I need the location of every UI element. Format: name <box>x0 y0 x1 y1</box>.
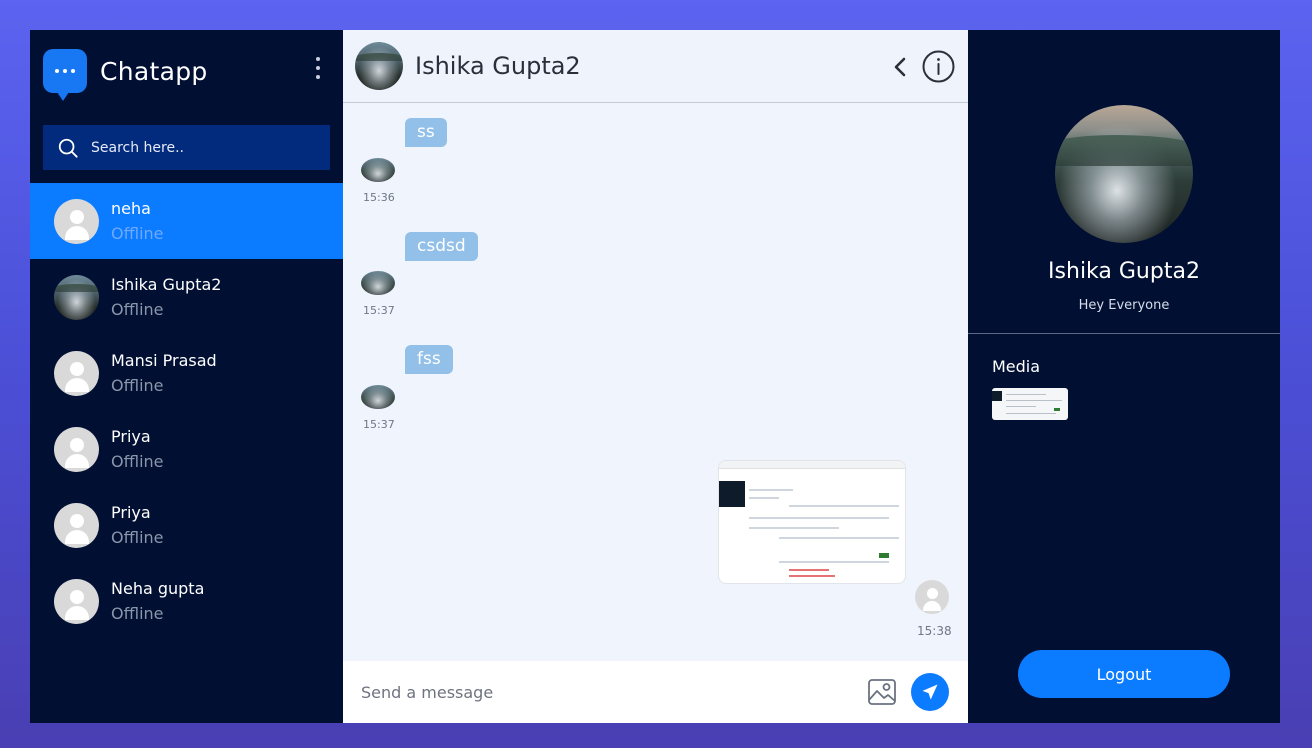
message-bubble: csdsd <box>405 232 478 261</box>
contact-name: Neha gupta <box>111 578 205 598</box>
image-message[interactable] <box>718 460 906 584</box>
default-avatar-icon <box>54 426 99 472</box>
brand: Chatapp <box>43 49 208 101</box>
contact-status: Offline <box>111 603 164 623</box>
message-bubble: fss <box>405 345 453 374</box>
message-time: 15:37 <box>363 418 395 431</box>
message-list: ss 15:36 csdsd 15:37 fss 15:37 15:38 <box>343 104 968 661</box>
contact-status: Offline <box>111 299 164 319</box>
profile-panel: Ishika Gupta2 Hey Everyone Media Logout <box>968 30 1280 723</box>
image-icon[interactable] <box>867 677 897 707</box>
contact-item[interactable]: Mansi Prasad Offline <box>30 335 343 411</box>
sender-avatar <box>361 271 395 295</box>
profile-bio: Hey Everyone <box>1078 298 1170 313</box>
chat-app: Chatapp neha Offline Ishika Gupta2 <box>30 30 1280 723</box>
contact-status: Offline <box>111 527 164 547</box>
logout-button[interactable]: Logout <box>1018 650 1230 698</box>
contact-item[interactable]: neha Offline <box>30 183 343 259</box>
divider <box>968 333 1280 334</box>
send-button[interactable] <box>911 673 949 711</box>
contact-name: neha <box>111 198 151 218</box>
send-icon <box>922 684 938 700</box>
default-avatar-icon <box>915 580 949 614</box>
chat-header: Ishika Gupta2 <box>343 30 968 103</box>
media-title: Media <box>992 357 1041 376</box>
contact-item[interactable]: Ishika Gupta2 Offline <box>30 259 343 335</box>
search-bar <box>43 125 330 170</box>
contact-status: Offline <box>111 223 164 243</box>
message-time: 15:37 <box>363 304 395 317</box>
default-avatar-icon <box>54 502 99 548</box>
more-options-icon[interactable] <box>314 57 322 79</box>
message-composer <box>343 661 968 723</box>
default-avatar-icon <box>54 350 99 396</box>
contact-avatar <box>54 274 99 320</box>
media-thumbnail[interactable] <box>992 388 1068 420</box>
contact-item[interactable]: Priya Offline <box>30 411 343 487</box>
contact-item[interactable]: Neha gupta Offline <box>30 563 343 639</box>
app-name: Chatapp <box>100 56 208 86</box>
contact-status: Offline <box>111 451 164 471</box>
contact-item[interactable]: Priya Offline <box>30 487 343 563</box>
message-input[interactable] <box>361 682 841 702</box>
contact-name: Priya <box>111 426 151 446</box>
search-icon <box>58 138 78 158</box>
message-time: 15:38 <box>917 624 952 638</box>
search-input[interactable] <box>91 139 321 156</box>
chat-logo-icon <box>43 49 87 101</box>
contact-name: Ishika Gupta2 <box>111 274 222 294</box>
contact-status: Offline <box>111 375 164 395</box>
chat-panel: Ishika Gupta2 ss 15:36 csdsd 15:37 fss 1… <box>343 30 968 723</box>
contact-list: neha Offline Ishika Gupta2 Offline Mansi… <box>30 183 343 639</box>
sender-avatar <box>361 385 395 409</box>
contact-name: Mansi Prasad <box>111 350 217 370</box>
info-icon[interactable] <box>922 50 955 83</box>
sidebar: Chatapp neha Offline Ishika Gupta2 <box>30 30 343 723</box>
profile-photo <box>1055 105 1193 243</box>
sender-avatar <box>361 158 395 182</box>
default-avatar-icon <box>54 198 99 244</box>
profile-name: Ishika Gupta2 <box>1048 259 1200 284</box>
chat-avatar[interactable] <box>355 42 403 90</box>
contact-name: Priya <box>111 502 151 522</box>
default-avatar-icon <box>54 578 99 624</box>
message-bubble: ss <box>405 118 447 147</box>
message-time: 15:36 <box>363 191 395 204</box>
chevron-left-icon[interactable] <box>891 54 909 80</box>
chat-title: Ishika Gupta2 <box>415 52 581 80</box>
